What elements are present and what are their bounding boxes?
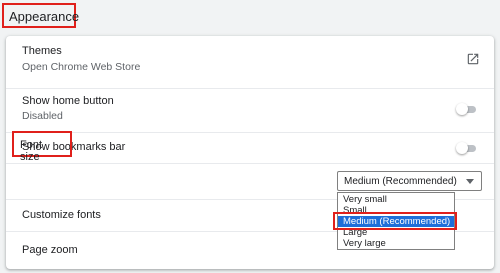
font-size-select[interactable]: Medium (Recommended) bbox=[337, 171, 482, 191]
bookmarks-bar-toggle[interactable] bbox=[456, 142, 478, 154]
font-size-label: Font size bbox=[12, 131, 72, 163]
settings-page: Appearance Themes Open Chrome Web Store … bbox=[0, 0, 500, 273]
themes-row[interactable]: Themes Open Chrome Web Store bbox=[6, 36, 494, 88]
appearance-section-title: Appearance bbox=[2, 3, 80, 28]
font-size-option-very-large[interactable]: Very large bbox=[338, 238, 454, 249]
section-title-text: Appearance bbox=[9, 9, 80, 24]
toggle-knob bbox=[456, 103, 468, 115]
font-size-option-very-small[interactable]: Very small bbox=[338, 194, 454, 205]
home-button-toggle[interactable] bbox=[456, 103, 478, 115]
bookmarks-bar-row: Show bookmarks bar bbox=[6, 132, 494, 163]
font-size-selected-value: Medium (Recommended) bbox=[344, 176, 457, 187]
chevron-down-icon bbox=[466, 179, 474, 184]
home-button-label: Show home button bbox=[22, 95, 114, 107]
open-in-new-icon[interactable] bbox=[466, 52, 480, 66]
font-size-label-text: Font size bbox=[20, 139, 43, 163]
selected-option-highlight bbox=[333, 212, 457, 230]
customize-fonts-label: Customize fonts bbox=[22, 209, 101, 221]
home-button-sublabel: Disabled bbox=[22, 110, 63, 122]
page-zoom-label: Page zoom bbox=[22, 244, 78, 256]
themes-label: Themes bbox=[22, 45, 62, 57]
home-button-row: Show home button Disabled bbox=[6, 88, 494, 132]
themes-sublabel: Open Chrome Web Store bbox=[22, 61, 141, 73]
toggle-knob bbox=[456, 142, 468, 154]
